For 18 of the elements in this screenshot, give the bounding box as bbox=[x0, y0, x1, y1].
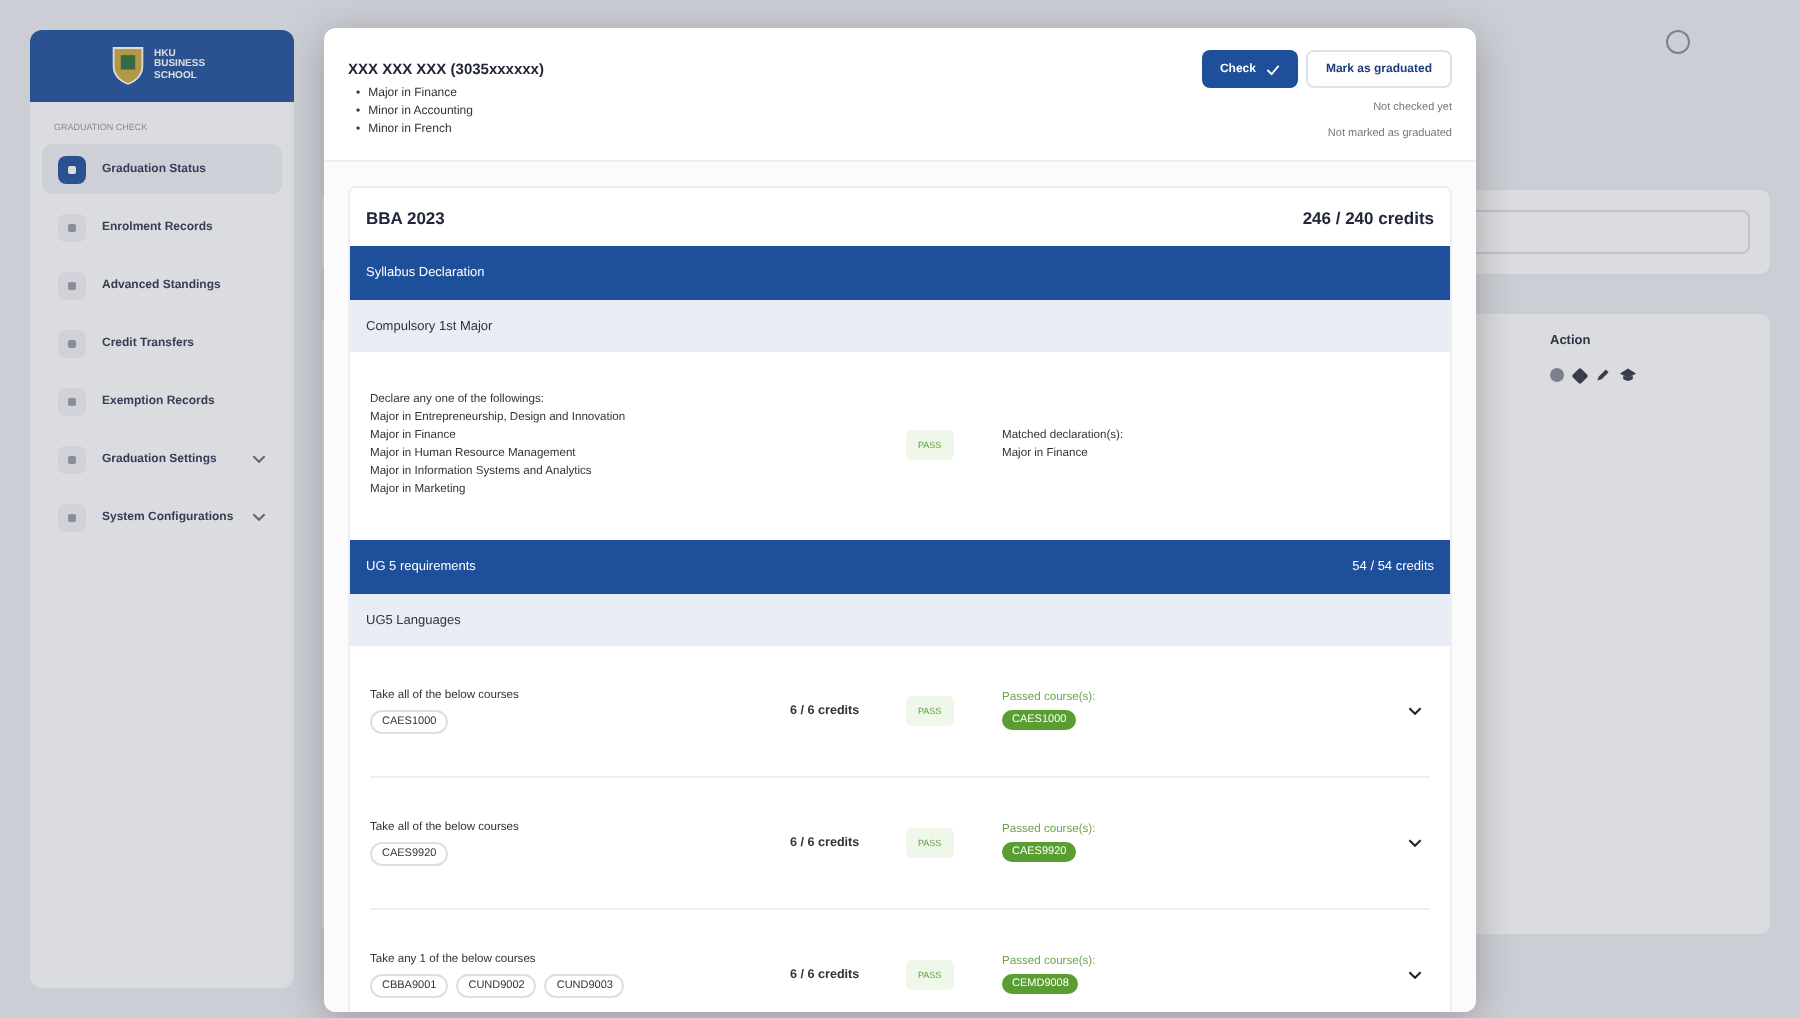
nav-icon bbox=[58, 387, 86, 415]
nav-icon bbox=[58, 503, 86, 531]
total-credits: 246 / 240 credits bbox=[1302, 208, 1434, 226]
avatar-icon[interactable] bbox=[1666, 30, 1690, 54]
chevron-down-icon[interactable] bbox=[1408, 970, 1422, 980]
circle-icon[interactable] bbox=[1550, 368, 1564, 382]
crest-icon bbox=[110, 44, 146, 88]
chevron-down-icon[interactable] bbox=[1408, 706, 1422, 716]
check-icon bbox=[1265, 63, 1280, 75]
nav-icon bbox=[58, 445, 86, 473]
curriculum-title: BBA 2023 bbox=[366, 208, 445, 226]
nav-icon bbox=[58, 155, 86, 183]
pencil-icon[interactable] bbox=[1596, 368, 1610, 382]
nav-icon bbox=[58, 329, 86, 357]
nav-icon bbox=[58, 213, 86, 241]
chevron-down-icon[interactable] bbox=[1408, 838, 1422, 848]
graduation-cap-icon[interactable] bbox=[1620, 368, 1636, 382]
nav-icon bbox=[58, 271, 86, 299]
